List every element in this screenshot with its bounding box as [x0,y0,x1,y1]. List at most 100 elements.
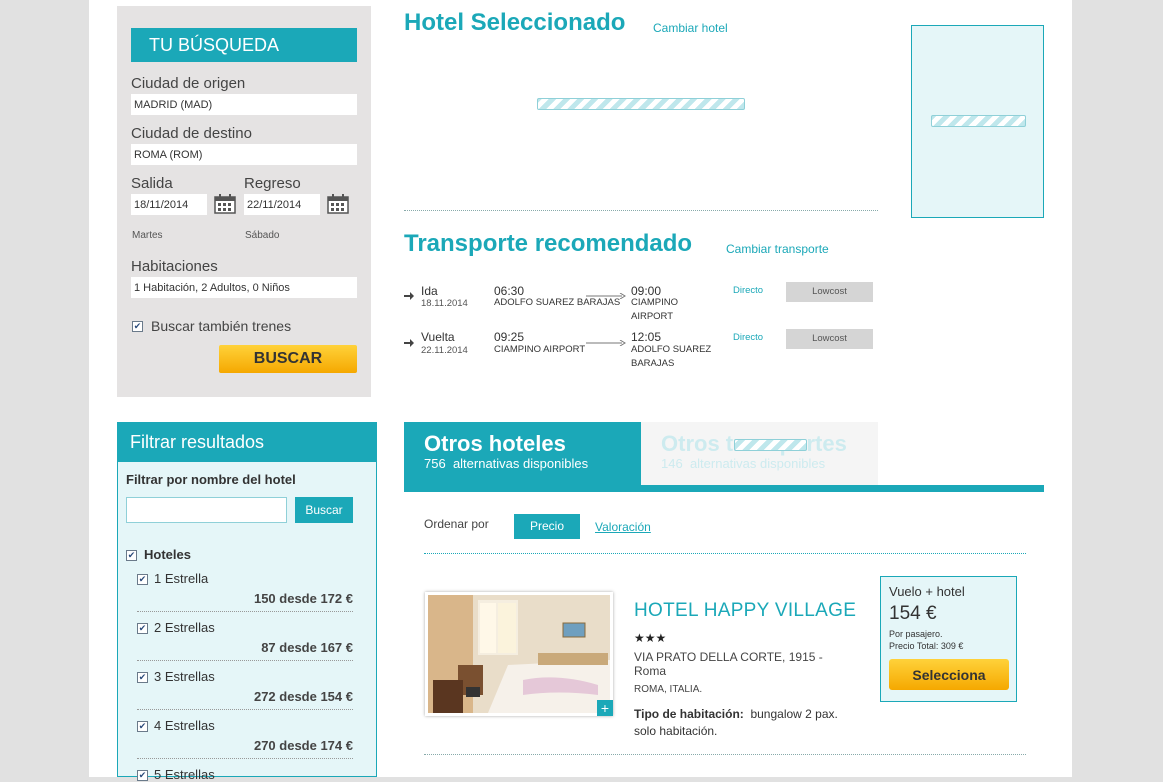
depart-date-field[interactable]: 18/11/2014 [131,194,207,215]
price-box: Vuelo + hotel 154 € Por pasajero. Precio… [880,576,1017,702]
select-hotel-button[interactable]: Selecciona [889,659,1009,690]
rooms-label: Habitaciones [131,258,218,275]
divider [424,754,1026,755]
hotels-group-label: Hoteles [144,547,191,562]
trains-checkbox[interactable]: ✔ [132,321,143,332]
search-panel-title: TU BÚSQUEDA [131,28,357,62]
price-per-passenger: Por pasajero. [889,629,943,639]
change-hotel-link[interactable]: Cambiar hotel [653,21,728,35]
filter-name-label: Filtrar por nombre del hotel [126,472,296,487]
leg-type: Ida [421,284,438,298]
leg-arr-place: CIAMPINO [631,297,678,308]
arrow-right-icon [404,288,414,300]
price-label: Vuelo + hotel [889,584,965,599]
sort-rating-link[interactable]: Valoración [595,520,651,534]
hotel-photo[interactable]: + [425,592,613,716]
search-button[interactable]: BUSCAR [219,345,357,373]
enlarge-photo-icon[interactable]: + [597,700,613,716]
star-filter-label: 1 Estrella [154,571,209,586]
board-type: solo habitación. [634,724,718,738]
calendar-icon[interactable] [327,194,349,214]
divider [137,758,353,759]
star-filter-label: 2 Estrellas [154,620,215,635]
leg-type: Vuelta [421,330,455,344]
price-total: Precio Total: 309 € [889,641,964,651]
long-arrow-icon [586,333,626,347]
leg-stops: Directo [733,332,764,343]
arrow-right-icon [404,335,414,347]
room-type-value: bungalow 2 pax. [750,707,838,721]
tab-count-number: 146 [661,456,683,471]
tab-count-label: alternativas disponibles [452,456,589,471]
divider [137,660,353,661]
hotel-city: ROMA, ITALIA. [634,684,703,695]
loading-bar [734,439,807,451]
filter-search-button[interactable]: Buscar [295,497,353,523]
divider [424,553,1026,554]
destination-label: Ciudad de destino [131,125,252,142]
hotel-room-image [428,595,610,713]
rooms-field[interactable]: 1 Habitación, 2 Adultos, 0 Niños [131,277,357,298]
leg-date: 18.11.2014 [421,298,468,309]
leg-dep-place: CIAMPINO AIRPORT [494,344,586,355]
change-transport-link[interactable]: Cambiar transporte [726,242,829,256]
star-filter-checkbox[interactable]: ✔ [137,770,148,781]
trains-label: Buscar también trenes [151,318,292,334]
calendar-icon[interactable] [214,194,236,214]
selected-hotel-title: Hotel Seleccionado [404,9,626,36]
destination-field[interactable]: ROMA (ROM) [131,144,357,165]
star-filter-label: 3 Estrellas [154,669,215,684]
star-filter-checkbox[interactable]: ✔ [137,574,148,585]
sort-price-button[interactable]: Precio [514,514,580,539]
star-filter-checkbox[interactable]: ✔ [137,623,148,634]
transport-title: Transporte recomendado [404,230,693,257]
room-type-label: Tipo de habitación: [634,707,744,721]
divider [404,210,878,211]
tab-title: Otros hoteles [424,431,566,456]
hotel-stars: ★★★ [634,631,667,645]
filter-title: Filtrar resultados [117,422,377,462]
origin-field[interactable]: MADRID (MAD) [131,94,357,115]
tab-underline [404,485,1044,492]
tab-count-label: alternativas disponibles [689,456,826,471]
loading-bar [537,98,745,110]
leg-arr-place: ADOLFO SUAREZ [631,344,712,355]
tab-other-transports[interactable]: Otros transportes 146 alternativas dispo… [641,422,878,485]
leg-arr-place: AIRPORT [631,311,674,322]
hotel-name[interactable]: HOTEL HAPPY VILLAGE [634,600,856,622]
return-weekday: Sábado [245,230,280,241]
hotel-address: VIA PRATO DELLA CORTE, 1915 - [634,650,823,664]
hotels-checkbox[interactable]: ✔ [126,550,137,561]
hotel-address-city: Roma [634,664,667,678]
loading-bar [931,115,1026,127]
ad-placeholder [911,25,1044,218]
hotel-name-input[interactable] [126,497,287,523]
tab-count: 146 alternativas disponibles [661,456,825,471]
star-filter-summary: 87 desde 167 € [261,640,353,655]
return-date-field[interactable]: 22/11/2014 [244,194,320,215]
sort-label: Ordenar por [424,517,489,531]
tab-count: 756 alternativas disponibles [424,456,588,471]
tab-count-number: 756 [424,456,446,471]
depart-weekday: Martes [132,230,163,241]
leg-arr-place: BARAJAS [631,358,675,369]
star-filter-summary: 270 desde 174 € [253,738,353,753]
tab-other-hotels[interactable]: Otros hoteles 756 alternativas disponibl… [404,422,641,485]
leg-stops: Directo [733,285,764,296]
depart-label: Salida [131,175,173,192]
return-label: Regreso [244,175,301,192]
leg-date: 22.11.2014 [421,345,468,356]
fare-badge: Lowcost [786,282,873,302]
price-value: 154 € [889,603,937,624]
fare-badge: Lowcost [786,329,873,349]
divider [137,709,353,710]
star-filter-checkbox[interactable]: ✔ [137,721,148,732]
leg-dep-time: 09:25 [494,330,525,344]
star-filter-summary: 150 desde 172 € [253,591,353,606]
star-filter-checkbox[interactable]: ✔ [137,672,148,683]
leg-arr-time: 12:05 [631,330,662,344]
divider [137,611,353,612]
search-panel: TU BÚSQUEDA Ciudad de origen MADRID (MAD… [117,6,371,397]
star-filter-label: 5 Estrellas [154,767,215,782]
star-filter-summary: 272 desde 154 € [253,689,353,704]
